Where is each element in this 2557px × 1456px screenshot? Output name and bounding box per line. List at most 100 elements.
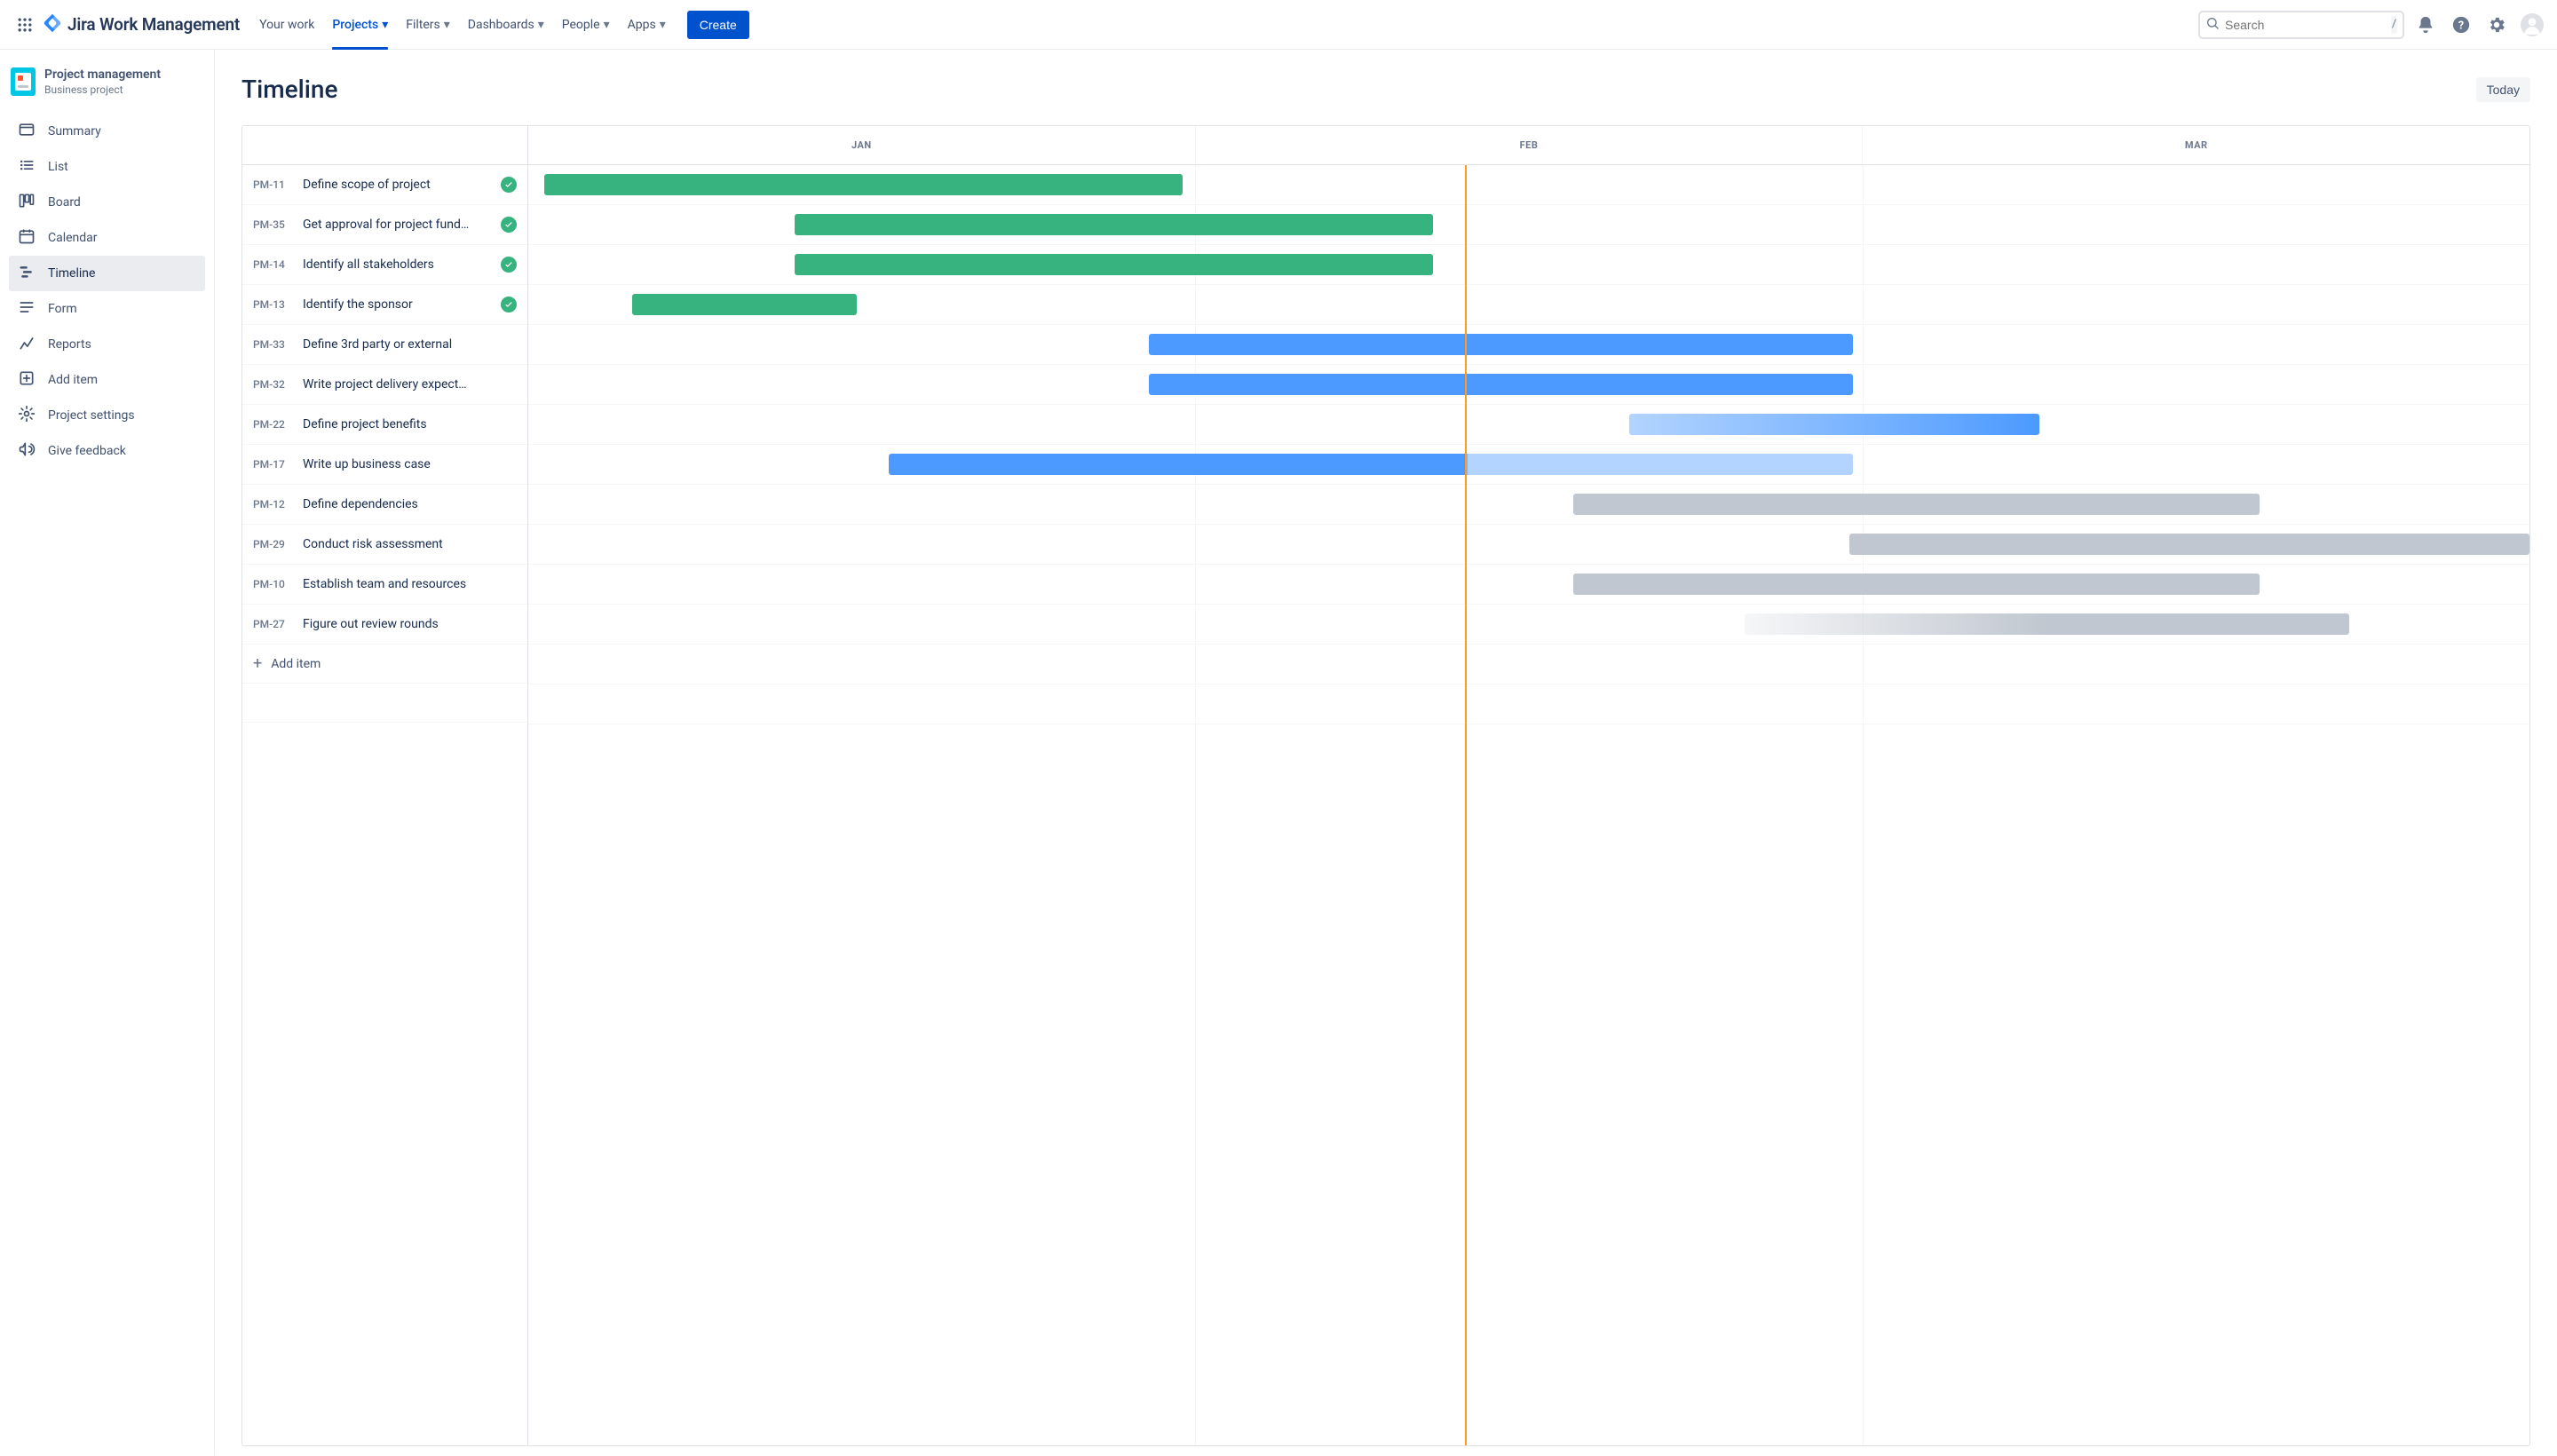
add-item-row[interactable]: + Add item: [242, 645, 527, 684]
sidebar-item-calendar[interactable]: Calendar: [9, 220, 205, 256]
search-icon: [2205, 16, 2220, 34]
task-row[interactable]: PM-32Write project delivery expect…: [242, 365, 527, 405]
nav-projects[interactable]: Projects ▾: [323, 0, 397, 49]
gantt-bar[interactable]: [795, 214, 1433, 235]
profile-avatar[interactable]: [2518, 11, 2546, 39]
gantt-area[interactable]: [528, 165, 2529, 1445]
product-logo[interactable]: Jira Work Management: [43, 13, 240, 36]
sidebar-item-label: Project settings: [48, 408, 135, 423]
timeline-header: JANFEBMAR: [242, 126, 2529, 165]
task-list: PM-11Define scope of projectPM-35Get app…: [242, 165, 528, 1445]
task-title: Identify the sponsor: [303, 297, 490, 312]
task-title: Get approval for project fund…: [303, 218, 490, 232]
task-row[interactable]: PM-13Identify the sponsor: [242, 285, 527, 325]
task-id: PM-11: [253, 178, 292, 191]
sidebar-item-list[interactable]: List: [9, 149, 205, 185]
status-done-icon: [501, 297, 517, 313]
today-button[interactable]: Today: [2476, 77, 2530, 102]
help-icon[interactable]: ?: [2447, 11, 2475, 39]
task-title: Write up business case: [303, 457, 517, 471]
gear-icon: [18, 405, 36, 426]
gantt-bar[interactable]: [795, 254, 1433, 275]
add-item-icon: [18, 369, 36, 391]
gantt-bar[interactable]: [1149, 374, 1853, 395]
sidebar-nav: Summary List Board Calendar Timeline For…: [9, 114, 205, 469]
gantt-row: [528, 565, 2529, 605]
primary-nav: Your work Projects ▾ Filters ▾ Dashboard…: [250, 0, 749, 49]
task-row[interactable]: PM-14Identify all stakeholders: [242, 245, 527, 285]
page-title: Timeline: [241, 75, 337, 104]
gantt-row: [528, 485, 2529, 525]
task-row[interactable]: PM-17 Write up business case: [242, 445, 527, 485]
project-header[interactable]: Project management Business project: [9, 67, 205, 108]
today-marker: [1465, 165, 1467, 1445]
nav-projects-label: Projects: [332, 18, 378, 32]
task-row[interactable]: PM-35Get approval for project fund…: [242, 205, 527, 245]
task-row[interactable]: PM-33Define 3rd party or external: [242, 325, 527, 365]
nav-dashboards[interactable]: Dashboards ▾: [459, 0, 553, 49]
gantt-bar[interactable]: [1745, 613, 2349, 635]
task-row[interactable]: PM-10Establish team and resources: [242, 565, 527, 605]
add-item-label: Add item: [271, 657, 321, 671]
chevron-down-icon: ▾: [660, 18, 666, 32]
task-id: PM-27: [253, 618, 292, 630]
reports-icon: [18, 334, 36, 355]
megaphone-icon: [18, 440, 36, 462]
search-shortcut-hint: /: [2391, 16, 2397, 34]
task-row[interactable]: PM-22Define project benefits: [242, 405, 527, 445]
project-name: Project management: [44, 67, 161, 82]
status-done-icon: [501, 257, 517, 273]
search-box[interactable]: /: [2198, 11, 2404, 39]
timeline-month-label: FEB: [1196, 126, 1864, 164]
gantt-bar[interactable]: [632, 294, 856, 315]
board-icon: [18, 192, 36, 213]
sidebar-item-timeline[interactable]: Timeline: [9, 256, 205, 291]
task-row[interactable]: PM-29Conduct risk assessment: [242, 525, 527, 565]
create-button[interactable]: Create: [687, 11, 749, 39]
sidebar-item-board[interactable]: Board: [9, 185, 205, 220]
sidebar-item-feedback[interactable]: Give feedback: [9, 433, 205, 469]
topbar: Jira Work Management Your work Projects …: [0, 0, 2557, 50]
gantt-bar[interactable]: [1149, 334, 1853, 355]
sidebar-item-settings[interactable]: Project settings: [9, 398, 205, 433]
task-row[interactable]: PM-27Figure out review rounds: [242, 605, 527, 645]
nav-people[interactable]: People ▾: [553, 0, 619, 49]
sidebar-item-form[interactable]: Form: [9, 291, 205, 327]
nav-dashboards-label: Dashboards: [468, 18, 534, 32]
plus-icon: +: [253, 654, 262, 673]
gantt-bar[interactable]: [889, 454, 1853, 475]
nav-people-label: People: [562, 18, 600, 32]
gantt-bar[interactable]: [544, 174, 1183, 195]
task-row[interactable]: PM-11Define scope of project: [242, 165, 527, 205]
timeline-header-spacer: [242, 126, 528, 165]
nav-filters[interactable]: Filters ▾: [397, 0, 459, 49]
search-input[interactable]: [2220, 18, 2391, 32]
page-header: Timeline Today: [241, 75, 2530, 104]
app-switcher-icon[interactable]: [11, 11, 39, 39]
sidebar-item-add[interactable]: Add item: [9, 362, 205, 398]
spacer-row: [242, 684, 527, 723]
gantt-bar[interactable]: [1573, 494, 2260, 515]
sidebar-item-label: Reports: [48, 337, 91, 352]
product-name: Jira Work Management: [67, 14, 240, 35]
gantt-bar[interactable]: [1849, 534, 2529, 555]
task-row[interactable]: PM-12Define dependencies: [242, 485, 527, 525]
gantt-row-empty: [528, 684, 2529, 724]
nav-your-work[interactable]: Your work: [250, 0, 323, 49]
gantt-bar[interactable]: [1629, 414, 2039, 435]
gantt-row: [528, 245, 2529, 285]
gantt-row: [528, 165, 2529, 205]
sidebar-item-label: Calendar: [48, 231, 98, 245]
app-shell: Project management Business project Summ…: [0, 50, 2557, 1455]
gantt-bar[interactable]: [1573, 574, 2260, 595]
settings-icon[interactable]: [2482, 11, 2511, 39]
sidebar-item-reports[interactable]: Reports: [9, 327, 205, 362]
task-title: Identify all stakeholders: [303, 257, 490, 272]
notifications-icon[interactable]: [2411, 11, 2440, 39]
gantt-row: [528, 325, 2529, 365]
task-id: PM-17: [253, 458, 292, 471]
sidebar-item-summary[interactable]: Summary: [9, 114, 205, 149]
timeline-month-label: JAN: [528, 126, 1196, 164]
sidebar-item-label: Add item: [48, 373, 98, 387]
nav-apps[interactable]: Apps ▾: [619, 0, 675, 49]
